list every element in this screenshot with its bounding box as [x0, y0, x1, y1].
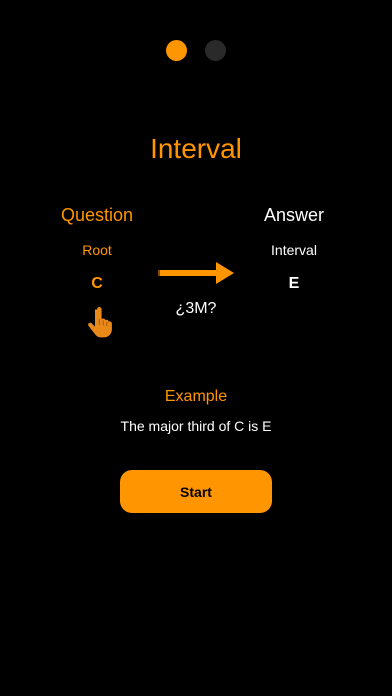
answer-subheading: Interval: [271, 242, 317, 258]
question-heading: Question: [60, 205, 134, 225]
example-heading: Example: [164, 388, 228, 405]
pointing-hand-icon: [88, 307, 112, 338]
answer-value: E: [288, 275, 300, 292]
page-dot-inactive[interactable]: [205, 40, 226, 61]
question-value: C: [91, 275, 103, 292]
answer-heading: Answer: [263, 205, 325, 225]
interval-prompt: ¿3M?: [175, 300, 217, 317]
page-title: Interval: [150, 133, 242, 164]
example-text: The major third of C is E: [120, 418, 272, 434]
question-column: Question Root C: [27, 204, 167, 294]
start-button[interactable]: Start: [120, 470, 272, 513]
question-subheading: Root: [82, 242, 112, 258]
answer-column: Answer Interval E: [224, 204, 364, 294]
page-indicator: [0, 40, 392, 61]
page-dot-active[interactable]: [166, 40, 187, 61]
right-arrow-icon: [158, 262, 234, 284]
